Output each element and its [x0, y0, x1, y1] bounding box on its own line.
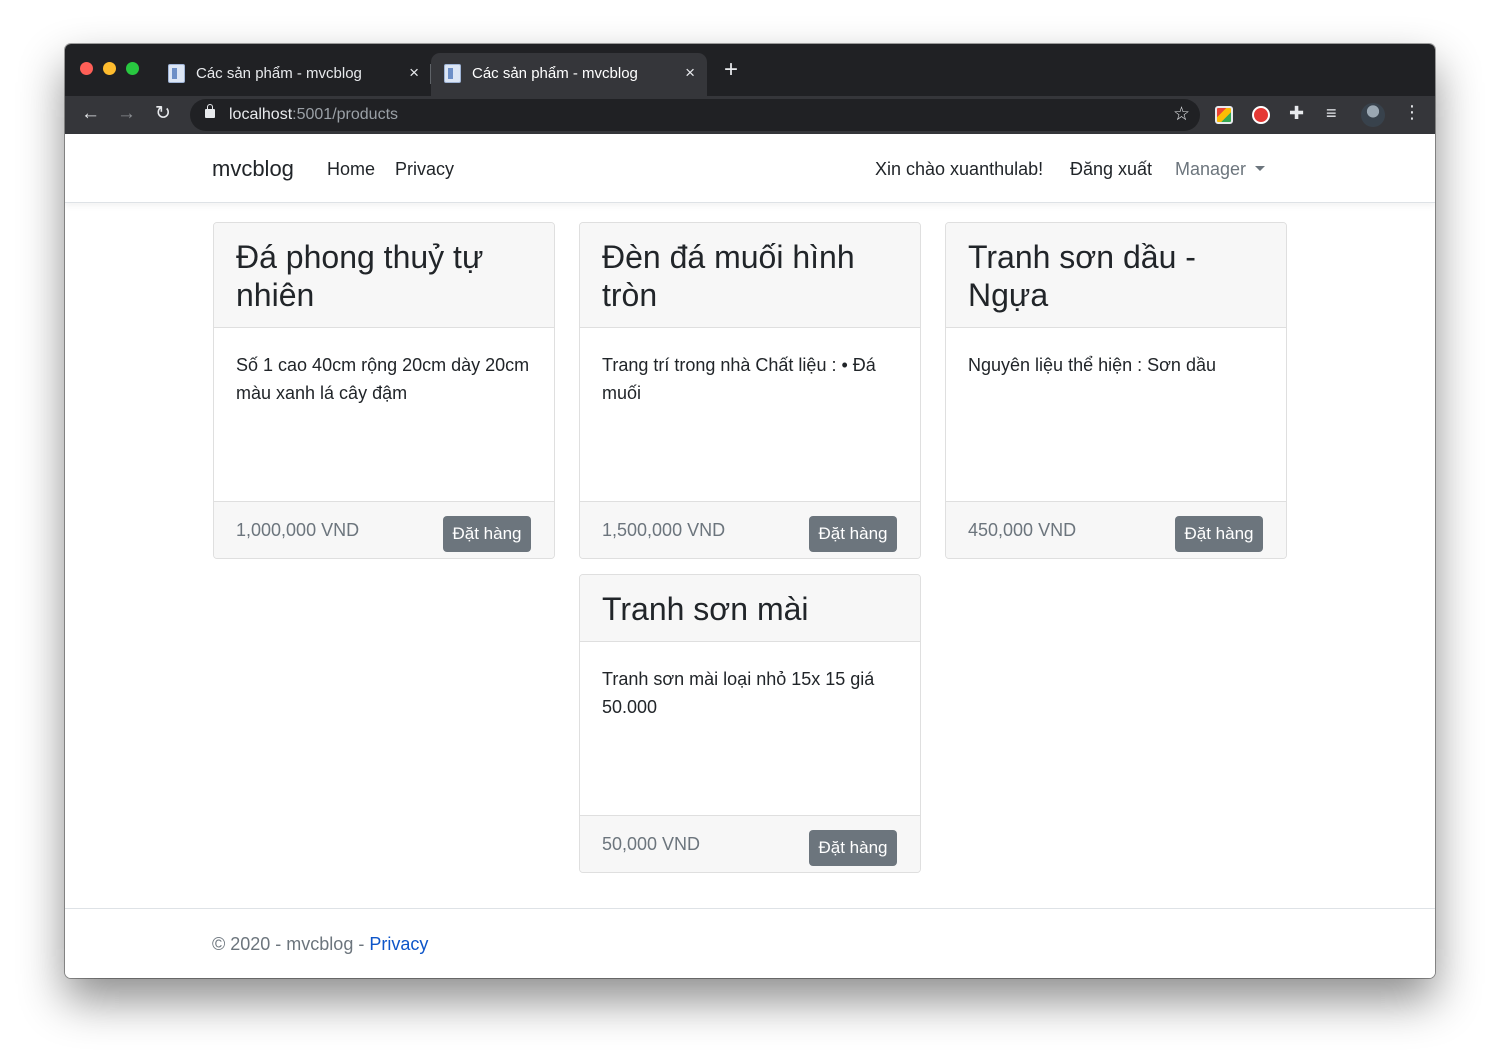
product-price: 450,000 VND [968, 520, 1077, 540]
card-header: Tranh sơn mài [580, 575, 920, 642]
product-title: Đá phong thuỷ tự nhiên [236, 239, 484, 313]
lock-icon[interactable] [205, 104, 215, 118]
product-price: 50,000 VND [602, 834, 701, 854]
url-text[interactable]: localhost:5001/products [229, 106, 398, 124]
nav-link-home[interactable]: Home [327, 159, 375, 180]
address-bar[interactable]: localhost:5001/products ☆ [190, 99, 1200, 131]
order-button[interactable]: Đặt hàng [443, 516, 531, 552]
extensions-puzzle-icon[interactable]: ✚ [1289, 103, 1307, 123]
page-footer: © 2020 - mvcblog - Privacy [65, 908, 1435, 978]
order-button[interactable]: Đặt hàng [1175, 516, 1263, 552]
bookmark-star-icon[interactable]: ☆ [1173, 103, 1190, 126]
product-card: Đá phong thuỷ tự nhiên Số 1 cao 40cm rộn… [213, 222, 555, 559]
adblock-icon[interactable] [1252, 106, 1270, 124]
product-description: Nguyên liệu thể hiện : Sơn dầu [968, 355, 1216, 375]
browser-tab-2-active[interactable]: Các sản phẩm - mvcblog × [431, 53, 707, 96]
manager-dropdown-label: Manager [1175, 159, 1247, 179]
product-description: Trang trí trong nhà Chất liệu : • Đá muố… [602, 355, 876, 403]
product-title: Tranh sơn dầu - Ngựa [968, 239, 1196, 313]
product-card: Tranh sơn dầu - Ngựa Nguyên liệu thể hiệ… [945, 222, 1287, 559]
product-description: Số 1 cao 40cm rộng 20cm dày 20cm màu xan… [236, 355, 530, 403]
browser-menu-icon[interactable]: ⋮ [1403, 102, 1421, 122]
browser-window: Các sản phẩm - mvcblog × Các sản phẩm - … [65, 44, 1435, 978]
user-greeting-link[interactable]: Xin chào xuanthulab! [875, 159, 1043, 180]
close-tab-icon[interactable]: × [409, 63, 419, 83]
web-page: mvcblog Home Privacy Xin chào xuanthulab… [65, 134, 1435, 978]
close-tab-icon[interactable]: × [685, 63, 695, 83]
product-description: Tranh sơn mài loại nhỏ 15x 15 giá 50.000 [602, 669, 875, 717]
product-title: Tranh sơn mài [602, 591, 809, 627]
site-navbar: mvcblog Home Privacy Xin chào xuanthulab… [65, 134, 1435, 203]
url-path: :5001/products [292, 106, 399, 123]
tab-strip: Các sản phẩm - mvcblog × Các sản phẩm - … [65, 44, 1435, 96]
card-footer: 50,000 VND Đặt hàng [580, 815, 920, 872]
order-button[interactable]: Đặt hàng [809, 830, 897, 866]
footer-copyright: © 2020 - mvcblog - [212, 934, 370, 954]
card-footer: 1,000,000 VND Đặt hàng [214, 501, 554, 558]
browser-tab-1[interactable]: Các sản phẩm - mvcblog × [155, 53, 431, 96]
url-host: localhost [229, 106, 293, 123]
card-header: Tranh sơn dầu - Ngựa [946, 223, 1286, 328]
order-button[interactable]: Đặt hàng [809, 516, 897, 552]
reload-icon[interactable]: ↻ [155, 103, 171, 125]
nav-link-privacy[interactable]: Privacy [395, 159, 454, 180]
product-card: Tranh sơn mài Tranh sơn mài loại nhỏ 15x… [579, 574, 921, 873]
logout-link[interactable]: Đăng xuất [1070, 159, 1152, 180]
minimize-window-button[interactable] [103, 62, 116, 75]
footer-privacy-link[interactable]: Privacy [369, 934, 428, 954]
tab-title: Các sản phẩm - mvcblog [472, 65, 638, 82]
caret-down-icon [1255, 166, 1266, 171]
card-footer: 450,000 VND Đặt hàng [946, 501, 1286, 558]
new-tab-button[interactable]: + [724, 58, 738, 82]
page-favicon-icon [444, 64, 461, 83]
browser-toolbar: ← → ↻ localhost:5001/products ☆ ✚ ≡ ⋮ [65, 96, 1435, 134]
extension-cast-icon[interactable] [1215, 106, 1233, 124]
maximize-window-button[interactable] [126, 62, 139, 75]
product-title: Đèn đá muối hình tròn [602, 239, 855, 313]
navbar-brand[interactable]: mvcblog [212, 156, 294, 182]
back-arrow-icon[interactable]: ← [81, 103, 100, 125]
profile-avatar[interactable] [1361, 103, 1385, 127]
page-favicon-icon [168, 64, 185, 83]
media-control-icon[interactable]: ≡ [1326, 103, 1344, 123]
tab-title: Các sản phẩm - mvcblog [196, 65, 362, 82]
card-footer: 1,500,000 VND Đặt hàng [580, 501, 920, 558]
card-header: Đá phong thuỷ tự nhiên [214, 223, 554, 328]
card-header: Đèn đá muối hình tròn [580, 223, 920, 328]
product-price: 1,500,000 VND [602, 520, 726, 540]
footer-text: © 2020 - mvcblog - Privacy [212, 934, 428, 955]
product-card: Đèn đá muối hình tròn Trang trí trong nh… [579, 222, 921, 559]
product-price: 1,000,000 VND [236, 520, 360, 540]
manager-dropdown[interactable]: Manager [1175, 159, 1266, 180]
forward-arrow-icon[interactable]: → [117, 103, 136, 125]
close-window-button[interactable] [80, 62, 93, 75]
